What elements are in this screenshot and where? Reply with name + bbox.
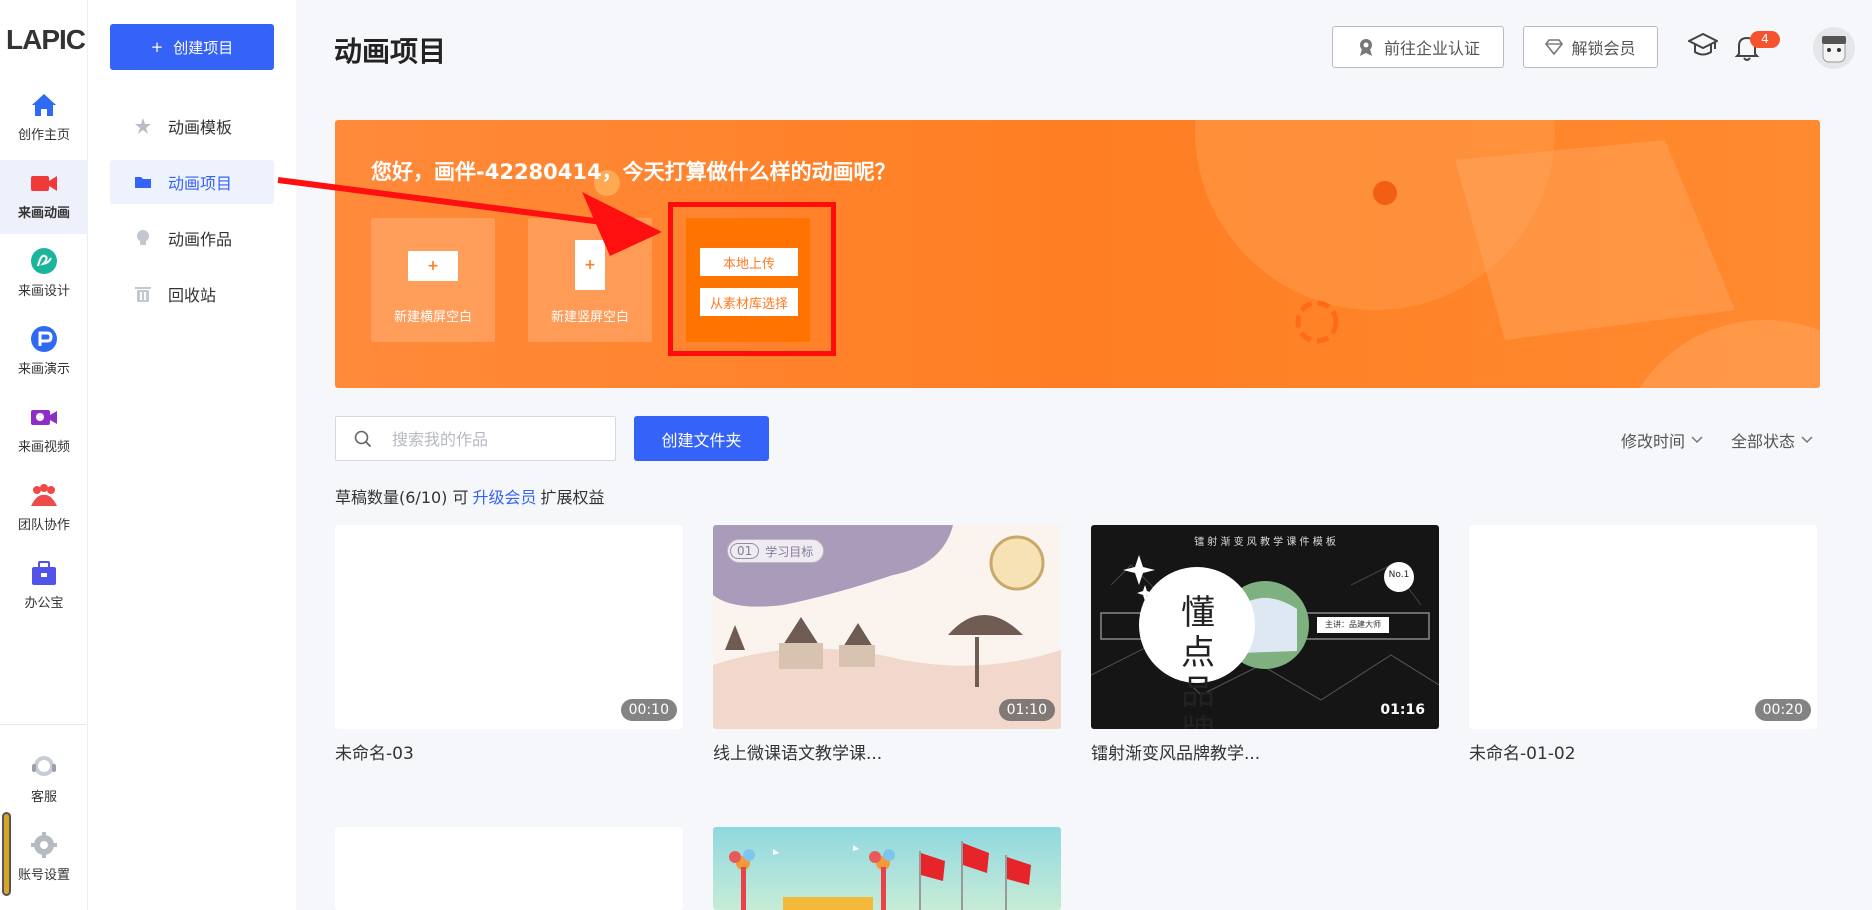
project-thumbnail[interactable]	[713, 827, 1061, 910]
unlock-vip-button[interactable]: 解锁会员	[1523, 26, 1658, 68]
project-card[interactable]: 00:10 未命名-03	[335, 525, 683, 764]
team-icon	[31, 484, 57, 506]
sidebar-item-projects[interactable]: 动画项目	[110, 160, 274, 204]
star-icon	[135, 118, 151, 134]
rail-item-office[interactable]: 办公宝	[0, 550, 88, 624]
thumbnail-banner-text: 镭 射 渐 变 风 教 学 课 件 模 板	[1194, 537, 1336, 548]
highlight-box	[668, 202, 836, 356]
rail-item-team[interactable]: 团队协作	[0, 472, 88, 546]
presentation-icon	[31, 326, 57, 352]
duration-badge: 00:10	[620, 699, 677, 721]
graduation-cap-icon[interactable]	[1688, 32, 1718, 60]
gear-icon	[31, 832, 57, 858]
project-thumbnail[interactable]: 01 学习目标 01:10	[713, 525, 1061, 729]
sidebar-item-trash[interactable]: 回收站	[110, 272, 274, 316]
thumbnail-illustration	[729, 841, 1031, 910]
draft-quota: 草稿数量(6/10) 可升级会员 扩展权益	[335, 488, 605, 507]
video-icon	[31, 410, 57, 425]
search-box	[335, 416, 616, 461]
project-card[interactable]	[713, 827, 1061, 910]
briefcase-icon	[32, 561, 56, 585]
video-camera-icon	[31, 176, 57, 191]
app-rail: LAPIC 创作主页 来画动画 来画设计 来画演示 来画视频 团队协作 办公宝 …	[0, 0, 88, 910]
project-title[interactable]: 未命名-03	[335, 739, 683, 764]
home-icon	[32, 94, 56, 116]
thumbnail-speaker: 主讲：品建大师	[1325, 620, 1381, 629]
trash-icon	[135, 287, 151, 302]
rail-item-label: 来画设计	[17, 284, 70, 299]
duration-badge: 01:10	[998, 699, 1055, 721]
project-thumbnail[interactable]: 00:10	[335, 525, 683, 729]
notification-badge: 4	[1750, 31, 1780, 48]
chevron-down-icon	[1691, 436, 1703, 444]
scroll-handle[interactable]	[2, 812, 11, 896]
thumbnail-tag: 01 学习目标	[727, 539, 825, 563]
status-dropdown[interactable]: 全部状态	[1731, 428, 1813, 452]
rail-item-label: 团队协作	[17, 518, 70, 533]
rail-divider	[0, 724, 86, 725]
duration-badge: 00:20	[1754, 699, 1811, 721]
annotation-arrow	[277, 177, 662, 256]
project-thumbnail[interactable]: 00:20	[1469, 525, 1817, 729]
design-icon	[31, 248, 57, 274]
search-icon	[354, 430, 372, 448]
rail-item-animation[interactable]: 来画动画	[0, 160, 88, 234]
sidebar-item-templates[interactable]: 动画模板	[110, 104, 274, 148]
app-logo[interactable]: LAPIC	[6, 24, 86, 56]
search-input[interactable]	[392, 427, 602, 451]
folder-icon	[135, 177, 151, 188]
rail-item-label: 客服	[30, 790, 57, 805]
project-card[interactable]: 00:20 未命名-01-02	[1469, 525, 1817, 764]
project-sidebar: + 创建项目 动画模板 动画项目 动画作品 回收站	[88, 0, 296, 910]
create-folder-button[interactable]: 创建文件夹	[634, 416, 769, 461]
avatar[interactable]	[1812, 26, 1856, 70]
thumbnail-headline: 懂点品牌	[1181, 593, 1215, 729]
headset-icon	[32, 756, 56, 776]
rail-item-design[interactable]: 来画设计	[0, 238, 88, 312]
sidebar-item-works[interactable]: 动画作品	[110, 216, 274, 260]
create-project-button[interactable]: + 创建项目	[110, 24, 274, 70]
page-title: 动画项目	[334, 35, 447, 68]
rail-item-label: 来画动画	[17, 206, 70, 221]
rail-item-label: 账号设置	[17, 868, 70, 883]
duration-badge: 01:16	[1380, 702, 1425, 718]
rail-item-label: 创作主页	[17, 128, 70, 143]
rail-item-label: 来画视频	[17, 440, 70, 455]
rail-item-home[interactable]: 创作主页	[0, 82, 88, 156]
rail-item-account-settings[interactable]: 账号设置	[0, 822, 88, 896]
project-card[interactable]: 镭 射 渐 变 风 教 学 课 件 模 板 懂点品牌 No.1 主讲：品建大师 …	[1091, 525, 1439, 764]
project-title[interactable]: 镭射渐变风品牌教学...	[1091, 739, 1439, 764]
certificate-icon	[1359, 39, 1372, 56]
rail-item-video[interactable]: 来画视频	[0, 394, 88, 468]
project-title[interactable]: 未命名-01-02	[1469, 739, 1817, 764]
rail-item-label: 办公宝	[24, 596, 64, 611]
rail-item-label: 来画演示	[17, 362, 70, 377]
project-card[interactable]: 01 学习目标 01:10 线上微课语文教学课...	[713, 525, 1061, 764]
upgrade-vip-link[interactable]: 升级会员	[473, 488, 537, 507]
project-thumbnail[interactable]	[335, 827, 683, 910]
rail-item-presentation[interactable]: 来画演示	[0, 316, 88, 390]
diamond-icon	[1545, 39, 1564, 55]
thumbnail-badge: No.1	[1388, 570, 1410, 580]
sort-dropdown[interactable]: 修改时间	[1621, 428, 1703, 452]
project-card[interactable]	[335, 827, 683, 910]
plus-icon: +	[150, 38, 164, 56]
rail-item-support[interactable]: 客服	[0, 744, 88, 818]
chevron-down-icon	[1801, 436, 1813, 444]
bulb-icon	[137, 230, 149, 245]
enterprise-cert-button[interactable]: 前往企业认证	[1332, 26, 1504, 68]
project-title[interactable]: 线上微课语文教学课...	[713, 739, 1061, 764]
project-thumbnail[interactable]: 镭 射 渐 变 风 教 学 课 件 模 板 懂点品牌 No.1 主讲：品建大师 …	[1091, 525, 1439, 729]
